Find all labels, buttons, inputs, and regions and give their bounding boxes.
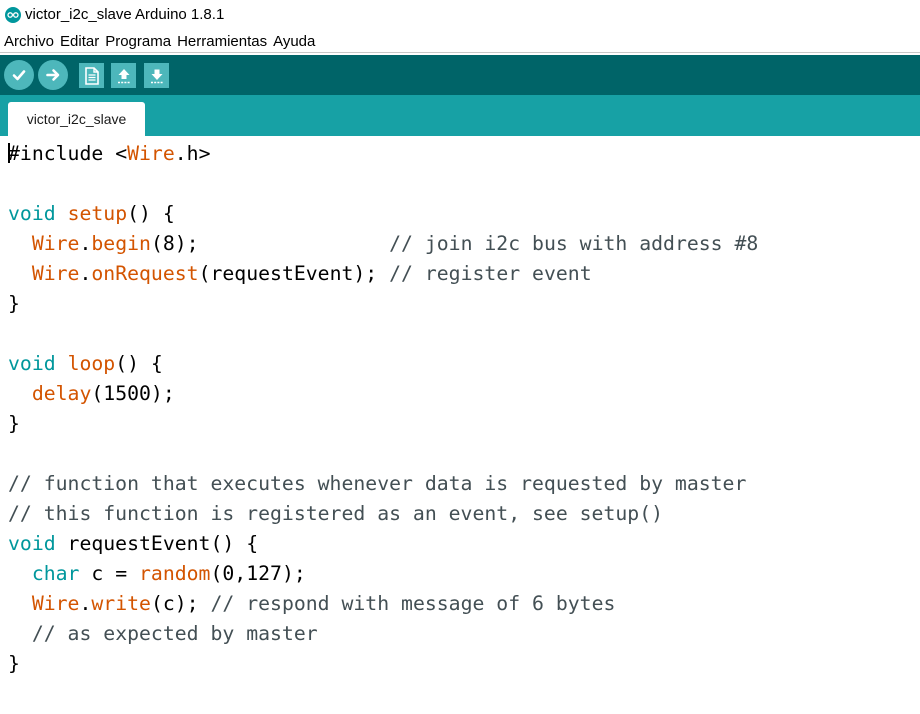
- menu-archivo[interactable]: Archivo: [4, 33, 54, 50]
- code-token: requestEvent() {: [55, 532, 259, 555]
- code-token: delay: [31, 382, 92, 405]
- code-line[interactable]: }: [8, 409, 758, 439]
- code-line[interactable]: }: [8, 649, 758, 679]
- code-token: () {: [115, 352, 163, 375]
- save-icon: [150, 69, 163, 83]
- code-line[interactable]: void requestEvent() {: [8, 529, 758, 559]
- menu-programa[interactable]: Programa: [105, 33, 171, 50]
- window-title: victor_i2c_slave Arduino 1.8.1: [25, 6, 225, 23]
- code-token: (0,127);: [210, 562, 306, 585]
- tab-victor-i2c-slave[interactable]: victor_i2c_slave: [8, 102, 145, 136]
- save-button[interactable]: [144, 63, 169, 88]
- code-line[interactable]: // function that executes whenever data …: [8, 469, 758, 499]
- code-token: Wire: [31, 592, 80, 615]
- code-line[interactable]: [8, 169, 758, 199]
- code-line[interactable]: #include <Wire.h>: [8, 139, 758, 169]
- code-token: Wire: [31, 262, 80, 285]
- code-area[interactable]: #include <Wire.h> void setup() { Wire.be…: [8, 139, 758, 679]
- code-line[interactable]: [8, 319, 758, 349]
- code-line[interactable]: void setup() {: [8, 199, 758, 229]
- code-token: // function that executes whenever data …: [8, 472, 747, 495]
- new-icon: [84, 66, 99, 85]
- code-token: // join i2c bus with address #8: [389, 232, 759, 255]
- code-token: loop: [67, 352, 116, 375]
- code-token: Wire: [31, 232, 80, 255]
- menu-editar[interactable]: Editar: [60, 33, 99, 50]
- code-token: void: [8, 202, 56, 225]
- code-token: (c);: [150, 592, 211, 615]
- upload-button[interactable]: [38, 60, 68, 90]
- verify-icon: [12, 70, 26, 81]
- menu-bar: Archivo Editar Programa Herramientas Ayu…: [0, 30, 920, 53]
- code-token: // this function is registered as an eve…: [8, 502, 664, 525]
- new-button[interactable]: [79, 63, 104, 88]
- tab-strip: victor_i2c_slave: [0, 95, 920, 136]
- verify-button[interactable]: [4, 60, 34, 90]
- menu-ayuda[interactable]: Ayuda: [273, 33, 315, 50]
- open-button[interactable]: [111, 63, 136, 88]
- code-token: // respond with message of 6 bytes: [210, 592, 616, 615]
- code-token: () {: [127, 202, 175, 225]
- code-token: (8);: [150, 232, 390, 255]
- code-token: void: [8, 352, 56, 375]
- code-token: write: [91, 592, 151, 615]
- code-token: #include: [8, 142, 116, 165]
- code-token: char: [31, 562, 80, 585]
- code-line[interactable]: char c = random(0,127);: [8, 559, 758, 589]
- code-token: <: [115, 142, 128, 165]
- code-token: random: [139, 562, 211, 585]
- code-line[interactable]: }: [8, 289, 758, 319]
- code-token: .: [79, 262, 92, 285]
- code-line[interactable]: Wire.write(c); // respond with message o…: [8, 589, 758, 619]
- code-token: .h>: [174, 142, 211, 165]
- code-token: .: [79, 232, 92, 255]
- code-editor[interactable]: #include <Wire.h> void setup() { Wire.be…: [0, 136, 920, 714]
- code-line[interactable]: Wire.begin(8); // join i2c bus with addr…: [8, 229, 759, 259]
- code-token: .: [79, 592, 92, 615]
- open-icon: [117, 68, 130, 83]
- code-token: }: [8, 292, 20, 315]
- code-token: onRequest: [91, 262, 199, 285]
- title-bar: victor_i2c_slave Arduino 1.8.1: [0, 0, 920, 30]
- code-line[interactable]: // as expected by master: [8, 619, 758, 649]
- code-token: }: [8, 652, 20, 675]
- arduino-logo-icon: [5, 7, 21, 23]
- code-line[interactable]: [8, 439, 758, 469]
- code-token: Wire: [127, 142, 175, 165]
- code-line[interactable]: // this function is registered as an eve…: [8, 499, 758, 529]
- code-token: (requestEvent);: [198, 262, 390, 285]
- code-token: begin: [91, 232, 151, 255]
- code-token: void: [8, 532, 56, 555]
- code-token: // register event: [389, 262, 592, 285]
- upload-icon: [46, 69, 60, 81]
- toolbar: [0, 55, 920, 95]
- code-token: c =: [79, 562, 140, 585]
- code-token: // as expected by master: [31, 622, 318, 645]
- code-token: (1500);: [91, 382, 175, 405]
- menu-herramientas[interactable]: Herramientas: [177, 33, 267, 50]
- code-token: }: [8, 412, 20, 435]
- code-line[interactable]: void loop() {: [8, 349, 758, 379]
- code-line[interactable]: delay(1500);: [8, 379, 758, 409]
- code-token: setup: [67, 202, 128, 225]
- code-line[interactable]: Wire.onRequest(requestEvent); // registe…: [8, 259, 758, 289]
